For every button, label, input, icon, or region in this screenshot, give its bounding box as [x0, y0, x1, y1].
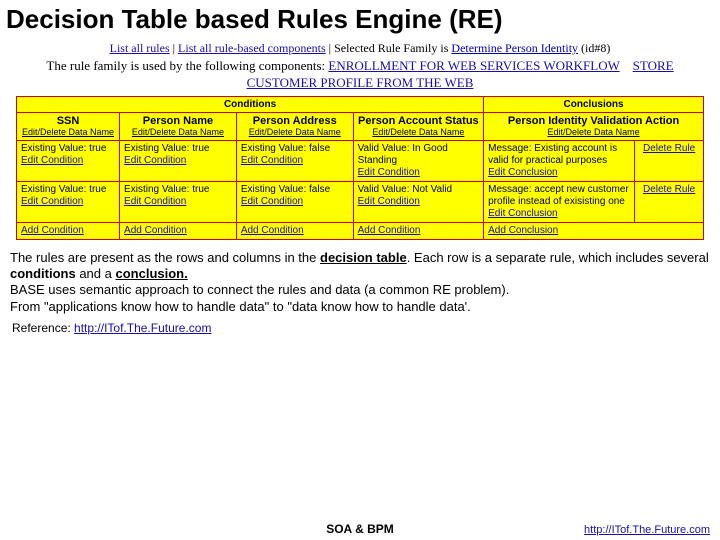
component-link-1[interactable]: ENROLLMENT FOR WEB SERVICES WORKFLOW [328, 58, 619, 73]
edit-conclusion-link[interactable]: Edit Conclusion [488, 167, 557, 178]
table-row: Existing Value: trueEdit Condition Exist… [17, 181, 704, 222]
edit-col-action[interactable]: Edit/Delete Data Name [548, 127, 640, 137]
family-id: (id#8) [581, 41, 610, 55]
add-condition-link[interactable]: Add Condition [358, 225, 421, 236]
col-person-address: Person Address Edit/Delete Data Name [236, 112, 353, 140]
conclusions-header: Conclusions [484, 96, 704, 112]
edit-condition-link[interactable]: Edit Condition [358, 167, 420, 178]
edit-conclusion-link[interactable]: Edit Conclusion [488, 208, 557, 219]
edit-col-ssn[interactable]: Edit/Delete Data Name [22, 127, 114, 137]
list-all-rules-link[interactable]: List all rules [110, 41, 170, 55]
edit-col-status[interactable]: Edit/Delete Data Name [372, 127, 464, 137]
edit-condition-link[interactable]: Edit Condition [241, 196, 303, 207]
reference: Reference: http://ITof.The.Future.com [0, 317, 720, 335]
add-conclusion-link[interactable]: Add Conclusion [488, 225, 558, 236]
selected-family[interactable]: Determine Person Identity [451, 41, 578, 55]
col-ssn: SSN Edit/Delete Data Name [17, 112, 120, 140]
reference-link[interactable]: http://ITof.The.Future.com [74, 321, 211, 335]
delete-rule-link[interactable]: Delete Rule [643, 184, 695, 195]
add-row: Add Condition Add Condition Add Conditio… [17, 222, 704, 239]
decision-table: Conditions Conclusions SSN Edit/Delete D… [16, 96, 704, 240]
edit-condition-link[interactable]: Edit Condition [124, 155, 186, 166]
delete-rule-link[interactable]: Delete Rule [643, 143, 695, 154]
col-person-name: Person Name Edit/Delete Data Name [120, 112, 237, 140]
conditions-header: Conditions [17, 96, 484, 112]
edit-condition-link[interactable]: Edit Condition [241, 155, 303, 166]
top-nav: List all rules | List all rule-based com… [16, 39, 704, 58]
selected-family-label: Selected Rule Family is [334, 41, 451, 55]
edit-col-address[interactable]: Edit/Delete Data Name [249, 127, 341, 137]
col-validation-action: Person Identity Validation Action Edit/D… [484, 112, 704, 140]
footer-link[interactable]: http://ITof.The.Future.com [584, 524, 710, 536]
edit-col-name[interactable]: Edit/Delete Data Name [132, 127, 224, 137]
used-by: The rule family is used by the following… [16, 58, 704, 96]
add-condition-link[interactable]: Add Condition [124, 225, 187, 236]
edit-condition-link[interactable]: Edit Condition [21, 155, 83, 166]
table-row: Existing Value: trueEdit Condition Exist… [17, 140, 704, 181]
col-account-status: Person Account Status Edit/Delete Data N… [353, 112, 484, 140]
page-title: Decision Table based Rules Engine (RE) [0, 0, 720, 37]
list-components-link[interactable]: List all rule-based components [178, 41, 326, 55]
edit-condition-link[interactable]: Edit Condition [358, 196, 420, 207]
edit-condition-link[interactable]: Edit Condition [124, 196, 186, 207]
description: The rules are present as the rows and co… [0, 244, 720, 317]
edit-condition-link[interactable]: Edit Condition [21, 196, 83, 207]
rules-panel: List all rules | List all rule-based com… [16, 39, 704, 240]
add-condition-link[interactable]: Add Condition [241, 225, 304, 236]
add-condition-link[interactable]: Add Condition [21, 225, 84, 236]
footer: SOA & BPM http://ITof.The.Future.com [0, 522, 720, 536]
